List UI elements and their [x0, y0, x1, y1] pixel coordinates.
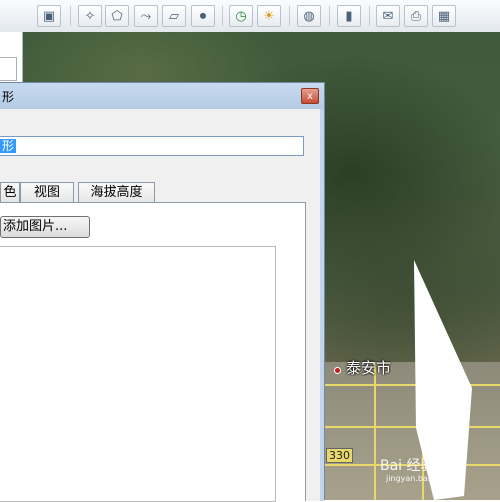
add-placemark-icon[interactable]: ✧ [78, 5, 102, 27]
toolbar-separator [289, 6, 290, 26]
name-field-value: 形 [0, 139, 17, 153]
historical-imagery-icon[interactable]: ◷ [229, 5, 253, 27]
tab-content-panel: 添加图片... [0, 202, 306, 502]
watermark: Bai 经验 [380, 458, 435, 474]
description-preview[interactable] [0, 246, 276, 502]
search-input[interactable] [0, 57, 17, 81]
add-image-overlay-icon[interactable]: ▱ [162, 5, 186, 27]
sunlight-icon[interactable]: ☀ [257, 5, 281, 27]
add-image-button[interactable]: 添加图片... [0, 216, 90, 238]
record-tour-icon[interactable]: ⏺ [191, 5, 215, 27]
toolbar-separator [329, 6, 330, 26]
toolbar-separator [70, 6, 71, 26]
tab-view[interactable]: 视图 [20, 182, 74, 202]
watermark-url: jingyan.baidu.com [386, 474, 460, 483]
city-label[interactable]: 泰安市 [346, 357, 391, 378]
add-polygon-icon[interactable]: ⬠ [105, 5, 129, 27]
city-marker[interactable] [334, 367, 341, 374]
name-field[interactable]: 形 [0, 136, 304, 156]
dialog-body: 形 色 视图 海拔高度 添加图片... [0, 109, 324, 502]
save-image-icon[interactable]: ▦ [432, 5, 456, 27]
properties-dialog: 形 x 形 色 视图 海拔高度 添加图片... [0, 82, 325, 502]
dialog-title-bar[interactable]: 形 x [0, 83, 324, 109]
print-icon[interactable]: ⎙ [404, 5, 428, 27]
ruler-icon[interactable]: ▮ [337, 5, 361, 27]
tab-altitude[interactable]: 海拔高度 [78, 182, 155, 202]
planets-icon[interactable]: ◍ [297, 5, 321, 27]
close-button[interactable]: x [301, 88, 319, 104]
toolbar-separator [222, 6, 223, 26]
email-icon[interactable]: ✉ [376, 5, 400, 27]
main-toolbar: ▣ ✧ ⬠ ⤳ ▱ ⏺ ◷ ☀ ◍ ▮ ✉ ⎙ ▦ [0, 0, 500, 33]
toolbar-separator [369, 6, 370, 26]
sidebar-toggle-icon[interactable]: ▣ [37, 5, 61, 27]
tab-color[interactable]: 色 [0, 182, 20, 202]
dialog-title: 形 [2, 90, 15, 104]
road-number-label: 330 [326, 448, 353, 463]
road [374, 362, 376, 500]
add-path-icon[interactable]: ⤳ [134, 5, 158, 27]
